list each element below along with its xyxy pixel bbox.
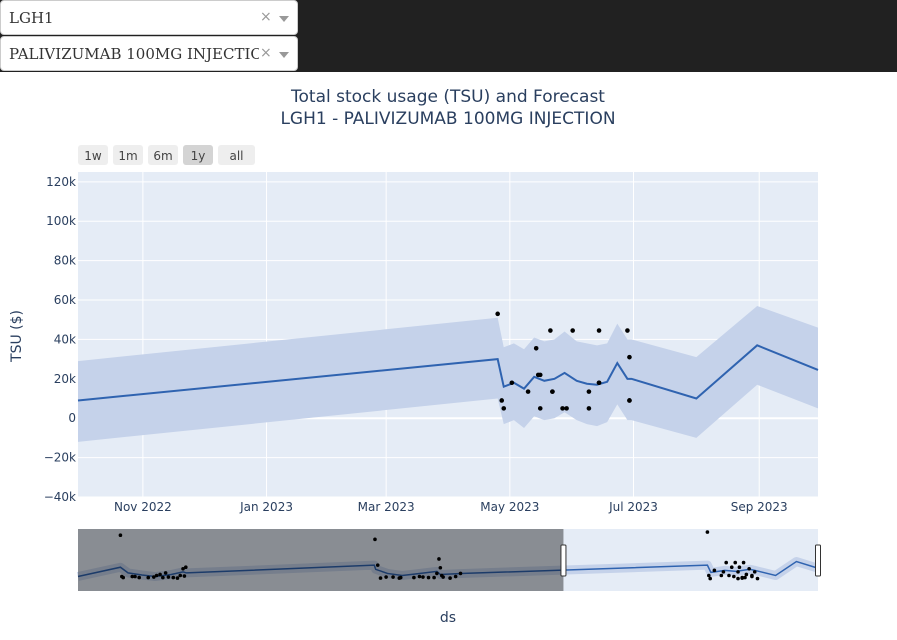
y-tick-label: −20k — [44, 451, 76, 465]
y-tick-label: 100k — [46, 214, 76, 228]
slider-point — [729, 565, 734, 570]
slider-point — [727, 573, 731, 578]
chevron-down-icon[interactable] — [279, 52, 289, 58]
actual-point — [586, 406, 592, 411]
forecast-chart: Total stock usage (TSU) and Forecast LGH… — [9, 87, 821, 626]
facility-value: LGH1 — [9, 9, 54, 27]
slider-point — [719, 573, 724, 578]
actual-point — [560, 406, 565, 411]
x-tick-label: Mar 2023 — [358, 500, 415, 514]
slider-point — [744, 572, 749, 577]
range-button-label: 1y — [191, 149, 206, 163]
range-selector: 1w 1m 6m 1y all — [78, 145, 255, 165]
actual-point — [625, 328, 630, 333]
slider-point — [708, 576, 712, 581]
actual-point — [627, 354, 632, 360]
slider-point — [743, 575, 747, 580]
y-tick-label: 20k — [54, 372, 76, 386]
product-value: PALIVIZUMAB 100MG INJECTION — [9, 45, 259, 63]
product-clear-icon[interactable]: × — [260, 45, 272, 61]
range-button-all[interactable]: all — [218, 145, 255, 165]
slider-point — [736, 570, 740, 574]
chart-title: Total stock usage (TSU) and Forecast — [290, 87, 605, 107]
slider-point — [736, 576, 740, 581]
actual-point — [550, 389, 555, 394]
chevron-down-icon[interactable] — [279, 16, 289, 22]
y-tick-label: 60k — [54, 293, 76, 307]
y-tick-label: 80k — [54, 254, 76, 268]
x-tick-label: Jan 2023 — [239, 500, 293, 514]
actual-point — [533, 345, 539, 351]
y-tick-label: 120k — [46, 175, 76, 189]
slider-point — [741, 560, 746, 565]
actual-point — [596, 380, 602, 386]
range-button-label: 6m — [153, 149, 172, 163]
actual-point — [537, 372, 543, 378]
slider-point — [721, 570, 726, 574]
slider-point — [755, 576, 760, 581]
x-tick-label: Sep 2023 — [731, 500, 788, 514]
slider-point — [733, 560, 738, 565]
slider-point — [705, 530, 710, 534]
actual-point — [499, 398, 505, 403]
slider-point — [712, 568, 717, 573]
y-tick-label: −40k — [44, 490, 76, 504]
actual-point — [509, 380, 515, 386]
facility-dropdown[interactable]: LGH1 × — [0, 0, 298, 35]
slider-point — [747, 566, 751, 571]
x-tick-label: Nov 2022 — [114, 500, 172, 514]
facility-clear-icon[interactable]: × — [260, 9, 272, 25]
range-button-label: all — [229, 149, 243, 163]
range-button-1w[interactable]: 1w — [78, 145, 108, 165]
slider-point — [752, 570, 757, 574]
product-dropdown[interactable]: PALIVIZUMAB 100MG INJECTION × — [0, 36, 298, 71]
slider-point — [724, 560, 728, 565]
slider-point — [707, 573, 711, 578]
actual-point — [495, 311, 500, 317]
range-slider[interactable] — [77, 529, 821, 591]
range-button-6m[interactable]: 6m — [148, 145, 178, 165]
y-axis-title: TSU ($) — [9, 310, 25, 363]
x-axis-title: ds — [440, 610, 456, 626]
x-tick-label: May 2023 — [480, 500, 539, 514]
slider-point — [737, 565, 742, 570]
actual-point — [627, 398, 632, 403]
actual-point — [501, 406, 507, 411]
range-button-1y[interactable]: 1y — [183, 145, 213, 165]
slider-handle[interactable] — [560, 544, 567, 577]
range-button-1m[interactable]: 1m — [113, 145, 143, 165]
actual-point — [586, 389, 592, 394]
y-tick-label: 0 — [68, 411, 76, 425]
slider-handle[interactable] — [815, 544, 821, 577]
slider-mask — [78, 529, 564, 591]
range-button-label: 1w — [84, 149, 102, 163]
chart-subtitle: LGH1 - PALIVIZUMAB 100MG INJECTION — [280, 109, 615, 129]
slider-point — [750, 573, 754, 578]
actual-point — [596, 328, 602, 333]
actual-point — [570, 328, 575, 333]
y-tick-label: 40k — [54, 332, 76, 346]
actual-point — [548, 328, 553, 333]
slider-point — [732, 574, 736, 579]
actual-point — [537, 406, 543, 411]
actual-point — [525, 389, 531, 394]
range-button-label: 1m — [118, 149, 137, 163]
actual-point — [564, 406, 569, 411]
x-tick-label: Jul 2023 — [608, 500, 658, 514]
